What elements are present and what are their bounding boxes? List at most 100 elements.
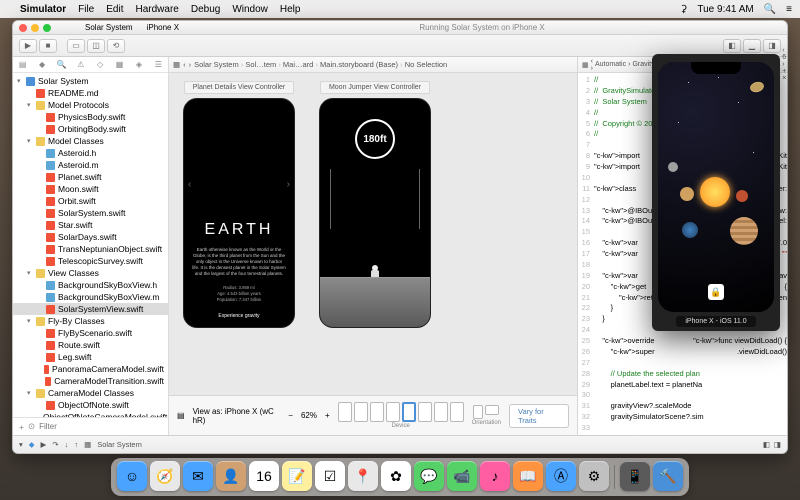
symbol-tab-icon[interactable]: ◆ [32,57,51,72]
tree-item[interactable]: ▾Solar System [13,75,168,87]
outline-toggle-icon[interactable]: ▤ [177,411,185,420]
tree-item[interactable]: SolarSystem.swift [13,207,168,219]
experience-gravity-button[interactable]: Experience gravity [218,313,259,319]
clock[interactable]: Tue 9:41 AM [697,4,753,15]
breakpoint-tab-icon[interactable]: ◈ [129,57,148,72]
dock-reminders[interactable]: ☑ [315,461,345,491]
tree-item[interactable]: BackgroundSkyBoxView.h [13,279,168,291]
editor-version[interactable]: ⟲ [107,39,125,53]
chevron-left-icon[interactable]: ‹ [188,179,191,190]
add-icon[interactable]: + [19,422,24,432]
step-in-icon[interactable]: ↓ [65,440,69,449]
continue-icon[interactable]: ▶ [41,440,47,449]
hide-debug-icon[interactable]: ▾ [19,440,23,449]
zoom-in-button[interactable]: + [325,411,330,420]
tree-item[interactable]: Asteroid.m [13,159,168,171]
tree-item[interactable]: PanoramaCameraModel.swift [13,363,168,375]
tree-item[interactable]: Asteroid.h [13,147,168,159]
menu-window[interactable]: Window [232,4,268,15]
minimize-button[interactable] [31,24,39,32]
test-tab-icon[interactable]: ◇ [91,57,110,72]
menu-debug[interactable]: Debug [191,4,220,15]
tree-item[interactable]: Leg.swift [13,351,168,363]
stop-button[interactable]: ■ [39,39,57,53]
dock-notes[interactable]: 📝 [282,461,312,491]
tree-item[interactable]: Moon.swift [13,183,168,195]
tree-item[interactable]: CameraModelTransition.swift [13,375,168,387]
destination-selector[interactable]: iPhone X [147,23,179,32]
storyboard-canvas[interactable]: Planet Details View Controller ‹ › EARTH… [169,73,577,395]
device-picker[interactable] [338,402,464,422]
tree-item[interactable]: ▾Fly-By Classes [13,315,168,327]
file-tree[interactable]: ▾Solar SystemREADME.md▾Model ProtocolsPh… [13,73,168,417]
editor-standard[interactable]: ▭ [67,39,85,53]
dock-appstore[interactable]: Ⓐ [546,461,576,491]
scene-moon-jumper[interactable]: Moon Jumper View Controller 180ft [315,81,435,387]
tree-item[interactable]: BackgroundSkyBoxView.m [13,291,168,303]
back-icon[interactable]: ‹ [183,60,186,69]
tree-item[interactable]: ▾CameraModel Classes [13,387,168,399]
tree-item[interactable]: Planet.swift [13,171,168,183]
run-button[interactable]: ▶ [19,39,37,53]
dock-safari[interactable]: 🧭 [150,461,180,491]
tree-item[interactable]: ▾Model Protocols [13,99,168,111]
dock-itunes[interactable]: ♪ [480,461,510,491]
dock-facetime[interactable]: 📹 [447,461,477,491]
filter-input[interactable] [39,422,162,431]
menu-file[interactable]: File [78,4,94,15]
step-over-icon[interactable]: ↷ [52,440,58,449]
close-button[interactable] [19,24,27,32]
debug-tab-icon[interactable]: ▦ [110,57,129,72]
solar-system-scene[interactable]: 🔒 [658,62,774,312]
vary-for-traits-button[interactable]: Vary for Traits [509,404,569,428]
tree-item[interactable]: TransNeptunianObject.swift [13,243,168,255]
chevron-right-icon[interactable]: › [287,179,290,190]
menu-hardware[interactable]: Hardware [135,4,178,15]
orientation-picker[interactable] [473,405,499,419]
menu-items[interactable]: Simulator File Edit Hardware Debug Window Help [20,4,300,15]
report-tab-icon[interactable]: ☰ [149,57,168,72]
notification-icon[interactable]: ≡ [786,4,792,15]
tree-item[interactable]: Star.swift [13,219,168,231]
tree-item[interactable]: ▾Model Classes [13,135,168,147]
find-tab-icon[interactable]: 🔍 [52,57,71,72]
tree-item[interactable]: PhysicsBody.swift [13,111,168,123]
project-tab-icon[interactable]: ▤ [13,57,32,72]
breakpoints-icon[interactable]: ◆ [29,440,35,449]
toggle-debug[interactable]: ▁ [743,39,761,53]
related-icon[interactable]: ▦ [582,61,589,69]
tree-item[interactable]: ▾View Classes [13,267,168,279]
spotlight-icon[interactable]: 🔍 [764,4,776,15]
tree-item[interactable]: SolarDays.swift [13,231,168,243]
dock-simulator[interactable]: 📱 [620,461,650,491]
tree-item[interactable]: ObjectOfNote.swift [13,399,168,411]
menu-simulator[interactable]: Simulator [20,4,66,15]
jump-bar[interactable]: ▦ ‹ › Solar System › Sol…tem › Mai…ard ›… [169,57,577,73]
tree-item[interactable]: Route.swift [13,339,168,351]
dock-contacts[interactable]: 👤 [216,461,246,491]
scene-planet-details[interactable]: Planet Details View Controller ‹ › EARTH… [179,81,299,387]
menu-help[interactable]: Help [280,4,301,15]
view-debug-icon[interactable]: ▦ [84,440,91,449]
zoom-out-button[interactable]: − [288,411,293,420]
forward-icon[interactable]: › [189,60,192,69]
console-toggle-icon[interactable]: ◨ [774,440,781,449]
menu-edit[interactable]: Edit [106,4,123,15]
tree-item[interactable]: OrbitingBody.swift [13,123,168,135]
issue-tab-icon[interactable]: ⚠ [71,57,90,72]
simulator-device[interactable]: 🔒 [658,62,774,312]
variables-toggle-icon[interactable]: ◧ [763,440,770,449]
dock-xcode[interactable]: 🔨 [653,461,683,491]
dock-messages[interactable]: 💬 [414,461,444,491]
lock-icon[interactable]: 🔒 [708,284,724,300]
tree-item[interactable]: SolarSystemView.swift [13,303,168,315]
step-out-icon[interactable]: ↑ [74,440,78,449]
dock-maps[interactable]: 📍 [348,461,378,491]
editor-assistant[interactable]: ◫ [87,39,105,53]
navigator-tabs[interactable]: ▤◆🔍⚠◇▦◈☰ [13,57,168,73]
tree-item[interactable]: FlyByScenario.swift [13,327,168,339]
viewas-label[interactable]: View as: iPhone X (wC hR) [193,407,281,425]
tree-item[interactable]: TelescopicSurvey.swift [13,255,168,267]
toggle-inspector[interactable]: ◨ [763,39,781,53]
related-icon[interactable]: ▦ [173,60,180,69]
